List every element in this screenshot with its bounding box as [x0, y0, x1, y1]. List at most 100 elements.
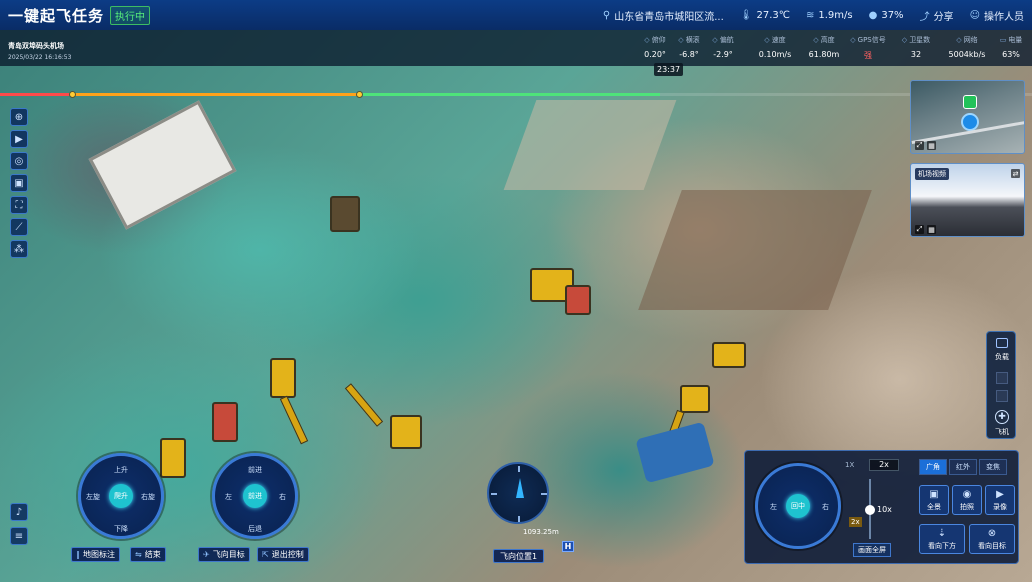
fullscreen-icon[interactable]: ⛶	[10, 196, 28, 214]
timeline-marker[interactable]	[69, 91, 76, 98]
fly-target-button[interactable]: ✈ 飞向目标	[198, 547, 250, 562]
exit-icon: ⇱	[262, 550, 269, 559]
joystick-right-right: 右	[279, 493, 286, 501]
compass-tick	[518, 516, 520, 522]
target-icon[interactable]: ⊕	[10, 108, 28, 126]
telemetry-roll: ◇ 横滚 -6.8°	[678, 36, 700, 59]
pause-icon: ‖	[76, 550, 80, 559]
joystick-left-left: 左旋	[86, 493, 100, 501]
cam-expand-icon[interactable]: ⤢	[915, 225, 924, 234]
flight-datetime: 2025/03/22 16:16:53	[8, 54, 72, 61]
route-icon: ⇋	[135, 550, 142, 559]
joystick-right[interactable]: 前进 后退 左 右 前进	[212, 453, 298, 539]
dock-camera-label: 机场视频	[915, 168, 949, 180]
aircraft-icon[interactable]: ✚	[995, 410, 1009, 424]
look-down-icon: ⇣	[937, 527, 947, 539]
tab-wide[interactable]: 广角	[919, 459, 947, 475]
wind-icon: ≋	[805, 9, 815, 21]
compass-tick	[541, 493, 547, 495]
tab-zoom[interactable]: 变焦	[979, 459, 1007, 475]
left-toolbar: ⊕ ▶ ◎ ▣ ⛶ ⟋ ⁂	[10, 108, 32, 258]
joystick-left-right: 右旋	[141, 493, 155, 501]
excavator	[212, 402, 238, 442]
compass-needle	[516, 478, 524, 498]
list-icon[interactable]: ≡	[10, 527, 28, 545]
cam-layers-icon[interactable]: ▦	[927, 225, 936, 234]
end-button[interactable]: ⇋ 结束	[130, 547, 166, 562]
user-label: 操作人员	[984, 11, 1024, 23]
map-pin-icon	[963, 95, 977, 109]
fly-position-button[interactable]: 飞向位置1	[493, 549, 545, 563]
panorama-button[interactable]: ▣ 全景	[919, 485, 949, 515]
gps-icon: ◇	[850, 36, 856, 44]
joystick-left[interactable]: 上升 下降 左旋 右旋 爬升	[78, 453, 164, 539]
timeline-segment-orange	[72, 93, 360, 96]
photo-button[interactable]: ◉ 拍照	[952, 485, 982, 515]
temperature-value: 27.3℃	[756, 9, 790, 21]
paved-slab	[638, 190, 872, 310]
map-layers-icon[interactable]: ▦	[927, 141, 936, 150]
gimbal-left: 左	[770, 503, 777, 511]
share-label: 分享	[933, 11, 954, 23]
payload-icon[interactable]	[996, 338, 1008, 348]
payload-label: 负载	[995, 353, 1009, 361]
speed-icon: ◇	[764, 36, 770, 44]
camera-shutter-icon: ◉	[962, 488, 972, 500]
look-down-button[interactable]: ⇣ 看向下方	[919, 524, 965, 554]
humidity-display: ● 37%	[869, 10, 904, 21]
joystick-left-center[interactable]: 爬升	[109, 484, 133, 508]
payload-slot[interactable]	[996, 372, 1008, 384]
user-menu[interactable]: ☺ 操作人员	[970, 8, 1024, 23]
droplet-icon: ●	[868, 9, 878, 21]
tab-infrared[interactable]: 红外	[949, 459, 977, 475]
record-button[interactable]: ▶ 录像	[985, 485, 1015, 515]
map-preview[interactable]: ⤢ ▦	[910, 80, 1025, 154]
timeline-marker[interactable]	[356, 91, 363, 98]
joystick-right-center[interactable]: 前进	[243, 484, 267, 508]
gimbal-joystick[interactable]: 左 右 回中	[755, 463, 841, 549]
zoom-slider-handle[interactable]	[865, 505, 875, 515]
altitude-icon: ◇	[813, 36, 819, 44]
excavator	[390, 415, 422, 449]
site-name: 青岛双埠码头机场	[8, 42, 64, 50]
excavator-arm	[279, 395, 309, 445]
drone-location-icon	[961, 113, 979, 131]
excavator	[712, 342, 746, 368]
telemetry-speed: ◇ 速度 0.10m/s	[758, 36, 792, 59]
rooftop-building	[88, 100, 237, 230]
payload-slot[interactable]	[996, 390, 1008, 402]
payload-panel: 负载 ✚ 飞机	[986, 331, 1016, 439]
camera-icon[interactable]: ▶	[10, 130, 28, 148]
screen-icon[interactable]: ▣	[10, 174, 28, 192]
map-expand-icon[interactable]: ⤢	[915, 141, 924, 150]
map-mark-button[interactable]: ‖ 地图标注	[71, 547, 120, 562]
exit-control-button[interactable]: ⇱ 退出控制	[257, 547, 309, 562]
gimbal-icon[interactable]: ◎	[10, 152, 28, 170]
joystick-right-down: 后退	[248, 525, 262, 533]
switch-icon[interactable]: ⇄	[1011, 169, 1020, 178]
location-display[interactable]: ⚲ 山东省青岛市城阳区流...	[603, 8, 724, 23]
network-node-icon[interactable]: ⁂	[10, 240, 28, 258]
fly-icon: ✈	[203, 550, 210, 559]
share-button[interactable]: ⤴ 分享	[920, 8, 954, 23]
left-bottom-tools: ♪ ≡	[10, 503, 28, 545]
chart-icon[interactable]: ⟋	[10, 218, 28, 236]
fullscreen-view-button[interactable]: 画面全屏	[853, 543, 891, 557]
excavator	[160, 438, 186, 478]
zoom-level: 10x	[877, 505, 892, 514]
target-distance: 1093.25m	[523, 528, 559, 536]
thermometer-icon: 🌡︎	[739, 9, 753, 21]
temperature-display: 🌡︎ 27.3℃	[740, 10, 790, 21]
excavator	[680, 385, 710, 413]
look-target-button[interactable]: ⊗ 看向目标	[969, 524, 1015, 554]
zoom-small: 2x	[849, 517, 862, 527]
dock-camera-preview[interactable]: 机场视频 ⇄ ⤢ ▦	[910, 163, 1025, 237]
flight-timeline[interactable]	[0, 91, 1032, 98]
zoom-value[interactable]: 2x	[869, 459, 899, 471]
gimbal-center[interactable]: 回中	[786, 494, 810, 518]
microphone-icon[interactable]: ♪	[10, 503, 28, 521]
joystick-left-up: 上升	[114, 466, 128, 474]
app-title: 一键起飞任务	[8, 6, 105, 25]
excavator-arm	[344, 383, 384, 427]
paved-slab	[503, 100, 677, 190]
